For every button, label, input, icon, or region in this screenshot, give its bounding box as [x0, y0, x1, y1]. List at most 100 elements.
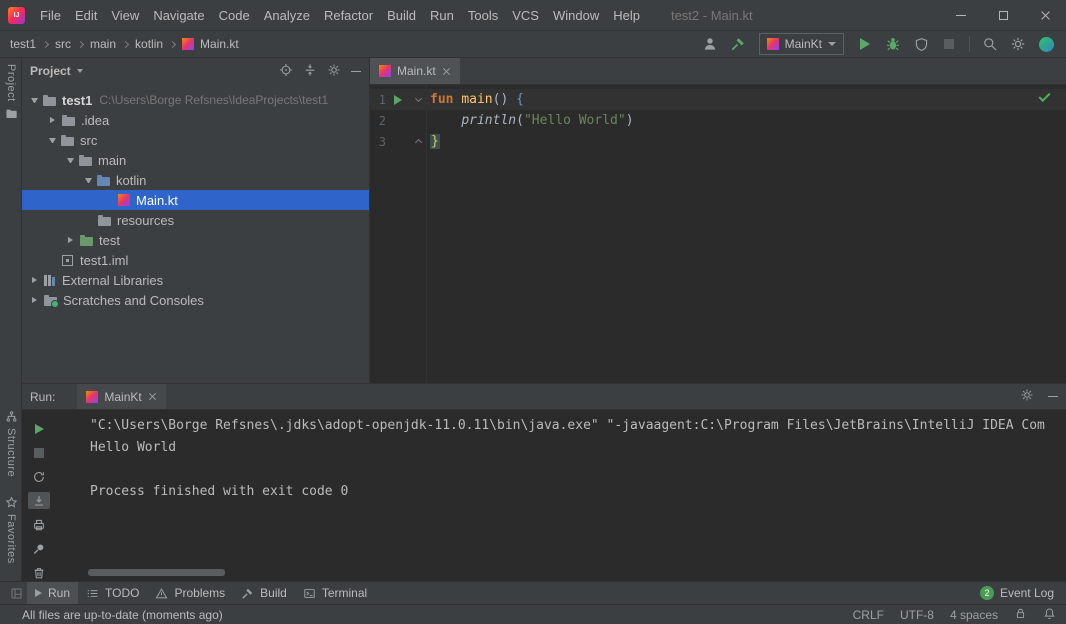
debug-button[interactable] — [881, 33, 905, 55]
stripe-favorites-label: Favorites — [5, 514, 17, 564]
pin-tab-button[interactable] — [28, 540, 50, 557]
tree-item-project-root[interactable]: test1 C:\Users\Borge Refsnes\IdeaProject… — [22, 90, 369, 110]
build-project-button[interactable] — [726, 33, 750, 55]
tree-item-test[interactable]: test — [22, 230, 369, 250]
breadcrumb-src[interactable]: src — [53, 37, 73, 51]
search-everywhere-button[interactable] — [978, 33, 1002, 55]
expander-right-icon[interactable] — [68, 237, 73, 243]
expander-down-icon[interactable] — [85, 178, 92, 183]
tree-item-mainkt-selected[interactable]: Main.kt — [22, 190, 369, 210]
stripe-structure-button[interactable]: Structure — [0, 410, 22, 477]
fold-region-icon[interactable] — [415, 139, 422, 146]
menu-refactor[interactable]: Refactor — [317, 0, 380, 30]
project-panel-title[interactable]: Project — [30, 64, 71, 78]
rerun-button[interactable] — [28, 420, 50, 437]
stripe-project-button[interactable]: Project — [0, 64, 22, 120]
toolwindow-todo-button[interactable]: TODO — [78, 582, 147, 604]
toolwindow-run-button[interactable]: Run — [27, 582, 78, 604]
encoding-indicator[interactable]: UTF-8 — [900, 608, 934, 622]
code-editor[interactable]: 1 fun main() { 2 println("Hello World") — [370, 85, 1066, 383]
horizontal-scrollbar[interactable] — [88, 569, 225, 576]
menu-vcs[interactable]: VCS — [505, 0, 546, 30]
stop-button[interactable] — [937, 33, 961, 55]
code-line-3[interactable]: 3 } — [370, 131, 1066, 152]
breadcrumb-test1[interactable]: test1 — [8, 37, 38, 51]
select-opened-file-button[interactable] — [279, 63, 293, 80]
code-line-1[interactable]: 1 fun main() { — [370, 89, 1066, 110]
fold-region-icon[interactable] — [415, 95, 422, 102]
settings-button[interactable] — [1006, 33, 1030, 55]
run-console-output[interactable]: "C:\Users\Borge Refsnes\.jdks\adopt-open… — [56, 410, 1066, 581]
tree-item-scratches[interactable]: Scratches and Consoles — [22, 290, 369, 310]
coverage-button[interactable] — [909, 33, 933, 55]
expander-right-icon[interactable] — [50, 117, 55, 123]
breadcrumb-kotlin[interactable]: kotlin — [133, 37, 165, 51]
hide-panel-button[interactable] — [1048, 396, 1058, 397]
print-button[interactable] — [28, 516, 50, 533]
toolwindow-problems-button[interactable]: Problems — [147, 582, 233, 604]
menu-edit[interactable]: Edit — [68, 0, 104, 30]
code-line-2[interactable]: 2 println("Hello World") — [370, 110, 1066, 131]
clear-console-button[interactable] — [28, 564, 50, 581]
expander-down-icon[interactable] — [67, 158, 74, 163]
run-configuration-name: MainKt — [785, 37, 822, 51]
close-tab-icon[interactable] — [148, 392, 157, 401]
code-with-me-icon[interactable] — [1034, 33, 1058, 55]
tree-item-test1-iml[interactable]: test1.iml — [22, 250, 369, 270]
menu-view[interactable]: View — [104, 0, 146, 30]
run-button[interactable] — [853, 33, 877, 55]
menu-run[interactable]: Run — [423, 0, 461, 30]
editor-tab-mainkt[interactable]: Main.kt — [370, 58, 460, 84]
status-message[interactable]: All files are up-to-date (moments ago) — [22, 608, 223, 622]
menu-build[interactable]: Build — [380, 0, 423, 30]
toolwindow-build-button[interactable]: Build — [233, 582, 295, 604]
left-tool-stripe: Project Structure Favorites — [0, 58, 22, 581]
indent-indicator[interactable]: 4 spaces — [950, 608, 998, 622]
tree-item-external-libraries[interactable]: External Libraries — [22, 270, 369, 290]
close-tab-icon[interactable] — [442, 67, 451, 76]
run-settings-button[interactable] — [1020, 388, 1034, 405]
star-icon — [5, 496, 18, 509]
menu-file[interactable]: File — [33, 0, 68, 30]
maximize-button[interactable] — [982, 0, 1024, 30]
expander-right-icon[interactable] — [32, 277, 37, 283]
tree-item-kotlin[interactable]: kotlin — [22, 170, 369, 190]
run-icon — [35, 589, 42, 597]
tool-windows-switcher-icon[interactable] — [6, 582, 27, 604]
stop-process-button[interactable] — [28, 444, 50, 461]
run-tab-mainkt[interactable]: MainKt — [77, 384, 165, 409]
profile-icon[interactable] — [698, 33, 722, 55]
close-button[interactable] — [1024, 0, 1066, 30]
tree-item-idea[interactable]: .idea — [22, 110, 369, 130]
tree-item-src[interactable]: src — [22, 130, 369, 150]
breadcrumb-main[interactable]: main — [88, 37, 118, 51]
collapse-all-button[interactable] — [303, 63, 317, 80]
menu-window[interactable]: Window — [546, 0, 606, 30]
minimize-button[interactable] — [940, 0, 982, 30]
menu-help[interactable]: Help — [606, 0, 647, 30]
toolwindow-terminal-button[interactable]: Terminal — [295, 582, 375, 604]
tree-item-resources[interactable]: resources — [22, 210, 369, 230]
run-configuration-select[interactable]: MainKt — [759, 33, 844, 55]
readonly-lock-icon[interactable] — [1014, 607, 1027, 623]
expander-right-icon[interactable] — [32, 297, 37, 303]
line-ending-indicator[interactable]: CRLF — [853, 608, 884, 622]
menu-analyze[interactable]: Analyze — [257, 0, 317, 30]
notifications-icon[interactable] — [1043, 607, 1056, 623]
breadcrumb-mainkt[interactable]: Main.kt — [198, 37, 241, 51]
run-gutter-icon[interactable] — [394, 95, 402, 105]
hide-panel-button[interactable] — [351, 71, 361, 72]
close-icon — [1040, 10, 1051, 21]
menu-navigate[interactable]: Navigate — [146, 0, 211, 30]
menu-code[interactable]: Code — [212, 0, 257, 30]
tree-item-main[interactable]: main — [22, 150, 369, 170]
restore-layout-button[interactable] — [28, 468, 50, 485]
menu-tools[interactable]: Tools — [461, 0, 505, 30]
chevron-right-icon — [77, 40, 84, 47]
stripe-favorites-button[interactable]: Favorites — [0, 496, 22, 564]
scroll-to-end-button[interactable] — [28, 492, 50, 509]
expander-down-icon[interactable] — [31, 98, 38, 103]
panel-settings-button[interactable] — [327, 63, 341, 80]
event-log-button[interactable]: 2 Event Log — [980, 586, 1060, 600]
expander-down-icon[interactable] — [49, 138, 56, 143]
